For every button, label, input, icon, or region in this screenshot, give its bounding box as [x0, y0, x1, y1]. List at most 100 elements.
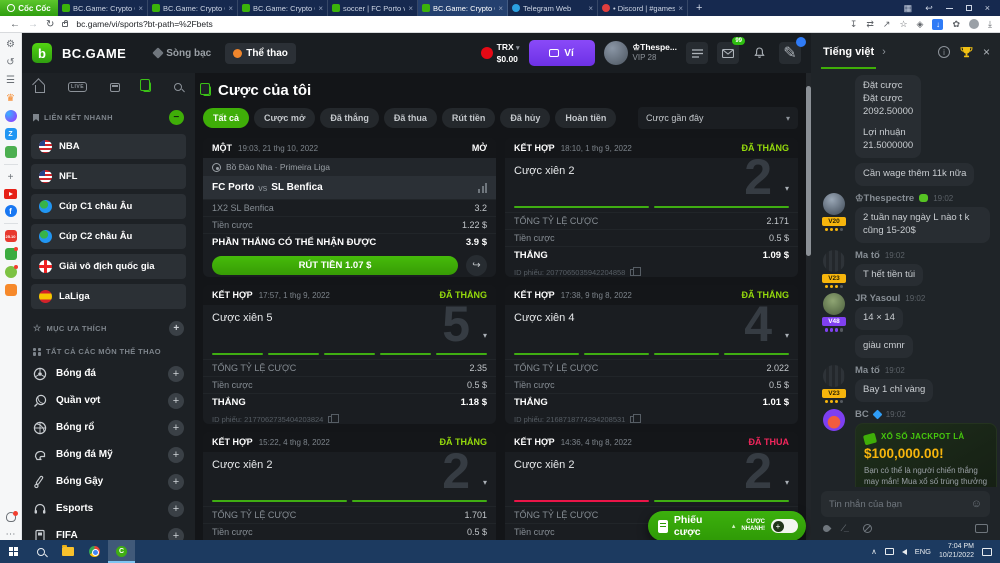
- close-window-button[interactable]: ×: [985, 3, 990, 13]
- add-shortcut-icon[interactable]: +: [5, 171, 17, 183]
- tab-search-icon[interactable]: ▦: [904, 3, 913, 14]
- share-icon[interactable]: ↗: [883, 19, 891, 30]
- rewards-crown-icon[interactable]: ♛: [5, 92, 17, 104]
- facebook-icon[interactable]: f: [4, 205, 17, 217]
- wallet-button[interactable]: Ví: [528, 40, 595, 66]
- expand-sport-button[interactable]: +: [168, 500, 184, 517]
- avatar[interactable]: [823, 293, 845, 316]
- bet-card-single[interactable]: MỘT 19:03, 21 thg 10, 2022 MỞ Bồ Đào Nha ·…: [203, 138, 496, 277]
- tab-restore-icon[interactable]: ↩: [925, 3, 933, 14]
- file-explorer-icon[interactable]: [54, 540, 81, 563]
- collapse-quick-links-button[interactable]: −: [169, 110, 184, 125]
- coccoc-taskbar-icon[interactable]: C: [108, 540, 135, 563]
- sidebar-item-national-league[interactable]: Giải vô địch quốc gia: [31, 254, 186, 279]
- language-indicator[interactable]: ENG: [915, 547, 931, 556]
- filter-all[interactable]: Tất cả: [203, 108, 250, 128]
- nav-casino[interactable]: Sòng bạc: [146, 43, 219, 64]
- browser-tab[interactable]: Telegram Web ×: [508, 0, 598, 16]
- bet-card-combo[interactable]: KẾT HỢP 17:38, 9 thg 8, 2022 ĐÃ THẮNG Cược…: [505, 285, 798, 424]
- tab-close-icon[interactable]: ×: [138, 4, 143, 13]
- settings-gear-icon[interactable]: ⚙: [5, 38, 17, 50]
- avatar[interactable]: [823, 364, 845, 387]
- chrome-icon[interactable]: [81, 540, 108, 563]
- currency-selector[interactable]: TRX ▾ $0.00: [480, 42, 520, 64]
- bet-list-icon[interactable]: [686, 42, 708, 64]
- cashout-button[interactable]: RÚT TIỀN 1.07 $: [212, 256, 458, 275]
- expand-chevron-icon[interactable]: ▾: [785, 331, 789, 340]
- tab-close-icon[interactable]: ×: [678, 4, 683, 13]
- shopping-cart-icon[interactable]: [4, 284, 17, 296]
- reload-icon[interactable]: ↻: [46, 19, 54, 30]
- bet-card-combo[interactable]: KẾT HỢP 18:10, 1 thg 9, 2022 ĐÃ THẮNG Cược…: [505, 138, 798, 277]
- sport-item-fifa[interactable]: FIFA +: [31, 522, 186, 540]
- sport-item-basketball[interactable]: Bóng rổ +: [31, 414, 186, 441]
- expand-chevron-icon[interactable]: ▾: [785, 478, 789, 487]
- my-bets-icon[interactable]: [140, 79, 152, 92]
- tab-close-icon[interactable]: ×: [408, 4, 413, 13]
- expand-sport-button[interactable]: +: [168, 446, 184, 463]
- expand-sport-button[interactable]: +: [168, 473, 184, 490]
- notifications-bell-icon[interactable]: [5, 511, 18, 522]
- adblock-shield-icon[interactable]: ◈: [917, 19, 924, 30]
- quick-bet-toggle[interactable]: +: [771, 519, 798, 533]
- maximize-button[interactable]: [965, 5, 972, 11]
- stats-icon[interactable]: [478, 182, 487, 193]
- sidebar-item-nba[interactable]: NBA: [31, 134, 186, 159]
- url-text[interactable]: bc.game/vi/sports?bt-path=%2Fbets: [76, 19, 841, 29]
- tab-close-icon[interactable]: ×: [588, 4, 593, 13]
- expand-chevron-icon[interactable]: ▾: [483, 331, 487, 340]
- chat-pencil-icon[interactable]: ✎: [779, 37, 806, 64]
- network-icon[interactable]: [884, 548, 894, 555]
- filter-lost[interactable]: Đã thua: [383, 108, 437, 128]
- chat-rules-icon[interactable]: ⁄_: [843, 523, 850, 533]
- sport-item-football[interactable]: Bóng đá +: [31, 360, 186, 387]
- browser-tab[interactable]: BC.Game: Crypto Casino×: [58, 0, 148, 16]
- translate-icon[interactable]: ⇄: [866, 19, 874, 30]
- history-icon[interactable]: ↺: [5, 56, 17, 68]
- expand-sport-button[interactable]: +: [168, 365, 184, 382]
- action-center-icon[interactable]: [982, 547, 992, 556]
- tab-close-icon[interactable]: ×: [228, 4, 233, 13]
- tab-close-icon[interactable]: ×: [318, 4, 323, 13]
- sport-item-cricket[interactable]: Bóng Gậy +: [31, 468, 186, 495]
- youtube-icon[interactable]: [4, 189, 17, 199]
- live-icon[interactable]: LIVE: [67, 82, 88, 92]
- forward-icon[interactable]: →: [28, 19, 38, 30]
- bcgame-wordmark[interactable]: BC.GAME: [62, 46, 126, 61]
- copy-icon[interactable]: [328, 414, 339, 423]
- download-button[interactable]: ↓: [932, 18, 944, 30]
- filter-cashout[interactable]: Rút tiền: [441, 108, 496, 128]
- chat-language-tab[interactable]: Tiếng việt: [821, 36, 877, 69]
- gift-icon[interactable]: [4, 247, 18, 260]
- expand-chevron-icon[interactable]: ▾: [483, 478, 487, 487]
- profile-avatar-icon[interactable]: [969, 19, 980, 29]
- share-bet-icon[interactable]: ↪: [466, 255, 487, 276]
- volume-icon[interactable]: [901, 548, 907, 555]
- extensions-icon[interactable]: ✿: [952, 19, 960, 30]
- avatar[interactable]: [823, 249, 845, 272]
- sport-item-american-football[interactable]: Bóng đá Mỹ +: [31, 441, 186, 468]
- sport-item-esports[interactable]: Esports +: [31, 495, 186, 522]
- new-tab-button[interactable]: +: [688, 0, 710, 16]
- betslip-button[interactable]: Phiếu cược ▴ CƯỢC NHANH! +: [648, 511, 806, 541]
- expand-sport-button[interactable]: +: [168, 527, 184, 540]
- filter-refund[interactable]: Hoàn tiền: [555, 108, 617, 128]
- expand-chevron-icon[interactable]: ▾: [785, 184, 789, 193]
- keyboard-icon[interactable]: [975, 523, 988, 533]
- bet-card-combo[interactable]: KẾT HỢP 17:57, 1 thg 9, 2022 ĐÃ THẮNG Cược…: [203, 285, 496, 424]
- mail-icon[interactable]: 99: [717, 37, 745, 64]
- start-button[interactable]: [0, 540, 27, 563]
- sidebar-item-cup-c2[interactable]: Cúp C2 châu Âu: [31, 224, 186, 249]
- sidebar-item-cup-c1[interactable]: Cúp C1 châu Âu: [31, 194, 186, 219]
- sort-dropdown[interactable]: Cược gần đây ▾: [638, 107, 798, 129]
- browser-tab-active[interactable]: BC.Game: Crypto Casino×: [418, 0, 508, 16]
- emoji-icon[interactable]: ☺: [971, 498, 982, 510]
- coin-drop-icon[interactable]: [862, 523, 872, 533]
- close-chat-icon[interactable]: ×: [983, 45, 990, 59]
- jackpot-promo-card[interactable]: XỔ SỐ JACKPOT LÀ $100,000.00! Bạn có thể…: [855, 422, 997, 487]
- avatar[interactable]: [823, 192, 845, 215]
- bet-card-combo[interactable]: KẾT HỢP 15:22, 4 thg 8, 2022 ĐÃ THẮNG Cược…: [203, 432, 496, 540]
- copy-icon[interactable]: [630, 414, 641, 423]
- browser-tab[interactable]: • Discord | #games | ×: [598, 0, 688, 16]
- rain-tip-icon[interactable]: [821, 523, 832, 533]
